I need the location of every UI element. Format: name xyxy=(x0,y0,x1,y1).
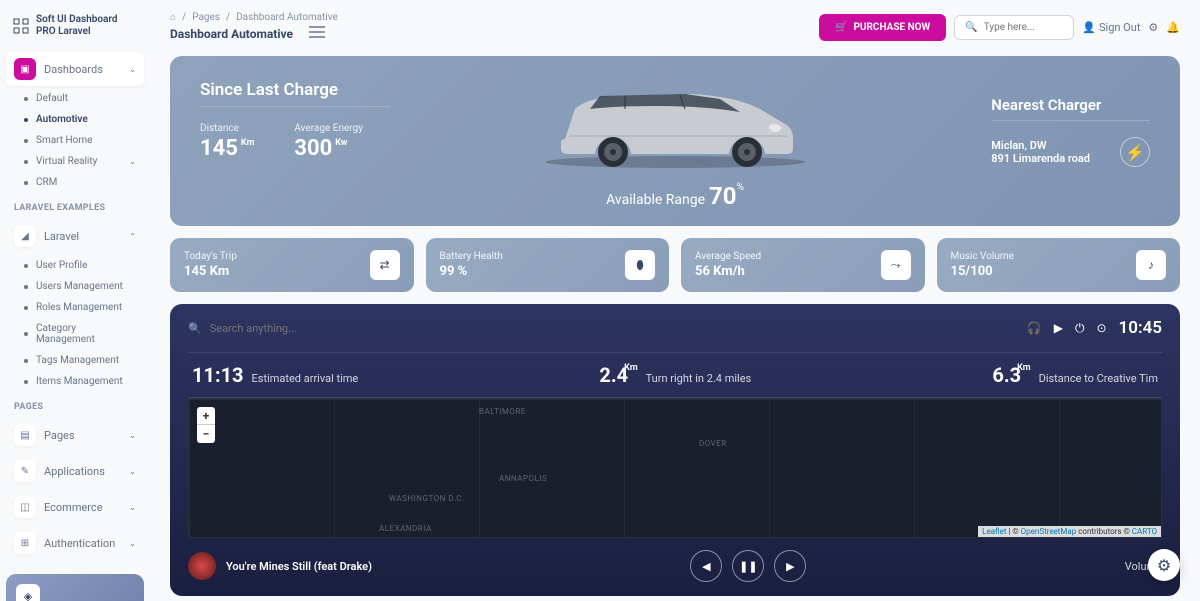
timer-icon[interactable]: ⊙ xyxy=(1096,321,1106,335)
user-icon: 👤 xyxy=(1082,21,1096,34)
signout-link[interactable]: 👤Sign Out xyxy=(1082,21,1140,34)
cart-icon: 🛒 xyxy=(835,22,847,33)
app-subname: PRO Laravel xyxy=(36,26,118,38)
nearest-title: Nearest Charger xyxy=(991,96,1150,121)
play-icon[interactable]: ▶ xyxy=(1054,321,1063,335)
sub-automotive[interactable]: Automotive xyxy=(6,109,144,130)
trip-value: 145 Km xyxy=(184,264,237,279)
stat-card-speed: Average Speed56 Km/h ⤳ xyxy=(681,238,925,292)
clock-time: 10:45 xyxy=(1119,318,1162,338)
energy-value: 300 xyxy=(294,136,332,161)
charger-address: 891 Limarenda road xyxy=(991,152,1090,165)
sub-tags-mgmt[interactable]: Tags Management xyxy=(6,350,144,371)
range-label: Available Range xyxy=(606,192,705,208)
topbar: ⌂ / Pages / Dashboard Automative Dashboa… xyxy=(170,12,1180,42)
charger-name: Miclan, DW xyxy=(991,139,1090,152)
shop-icon: ▣ xyxy=(14,58,36,80)
auth-icon: ⊞ xyxy=(14,532,36,554)
prev-button[interactable]: ◀ xyxy=(690,550,722,582)
charger-icon[interactable]: ⚡ xyxy=(1120,137,1150,167)
nav-dashboards[interactable]: ▣ Dashboards ⌄ xyxy=(6,52,144,86)
crumb-pages[interactable]: Pages xyxy=(192,12,220,23)
settings-fab[interactable]: ⚙ xyxy=(1148,549,1180,581)
distance-value: 145 xyxy=(200,136,238,161)
map-zoom: + − xyxy=(197,407,215,443)
energy-label: Average Energy xyxy=(294,123,363,134)
sub-users-mgmt[interactable]: Users Management xyxy=(6,276,144,297)
app-icon xyxy=(12,17,30,35)
nav-search-input[interactable] xyxy=(210,322,410,335)
app-name: Soft UI Dashboard xyxy=(36,14,118,26)
sub-default[interactable]: Default xyxy=(6,88,144,109)
volume-value: 15/100 xyxy=(951,264,1014,279)
nav-pages[interactable]: ▤Pages⌄ xyxy=(6,418,144,452)
chevron-up-icon: ⌃ xyxy=(129,232,136,241)
chevron-down-icon: ⌄ xyxy=(129,65,136,74)
speed-icon: ⤳ xyxy=(881,250,911,280)
section-header: PAGES xyxy=(6,392,144,418)
breadcrumb: ⌂ / Pages / Dashboard Automative xyxy=(170,12,338,23)
zoom-out-button[interactable]: − xyxy=(197,425,215,443)
distance-label: Distance xyxy=(200,123,254,134)
nav-label: Dashboards xyxy=(44,63,121,76)
crumb-current: Dashboard Automative xyxy=(236,12,338,23)
search-icon: 🔍 xyxy=(188,322,202,335)
headphones-icon[interactable]: 🎧 xyxy=(1027,321,1042,335)
help-card[interactable]: ◈ Need help? xyxy=(6,574,144,601)
map-attribution: Leaflet | © OpenStreetMap contributors ©… xyxy=(978,526,1161,537)
sub-items-mgmt[interactable]: Items Management xyxy=(6,371,144,392)
stat-card-battery: Battery Health99 % ⬮ xyxy=(426,238,670,292)
sub-crm[interactable]: CRM xyxy=(6,172,144,193)
battery-icon: ⬮ xyxy=(625,250,655,280)
diamond-icon: ◈ xyxy=(16,584,40,601)
sub-smart-home[interactable]: Smart Home xyxy=(6,130,144,151)
car-image xyxy=(525,56,825,174)
sub-category-mgmt[interactable]: Category Management xyxy=(6,318,144,350)
ecommerce-icon: ◫ xyxy=(14,496,36,518)
bell-icon[interactable]: 🔔 xyxy=(1166,21,1180,34)
hero-card: Since Last Charge Distance 145Km Average… xyxy=(170,56,1180,226)
hero-title: Since Last Charge xyxy=(200,80,390,107)
nav-laravel[interactable]: ◢ Laravel ⌃ xyxy=(6,219,144,253)
nav-ecommerce[interactable]: ◫Ecommerce⌄ xyxy=(6,490,144,524)
sub-roles-mgmt[interactable]: Roles Management xyxy=(6,297,144,318)
sub-user-profile[interactable]: User Profile xyxy=(6,255,144,276)
sidebar: Soft UI DashboardPRO Laravel ▣ Dashboard… xyxy=(0,0,150,601)
settings-icon[interactable]: ⚙ xyxy=(1148,21,1158,34)
logo[interactable]: Soft UI DashboardPRO Laravel xyxy=(6,10,144,52)
nav-authentication[interactable]: ⊞Authentication⌄ xyxy=(6,526,144,560)
album-art xyxy=(188,552,216,580)
home-icon[interactable]: ⌂ xyxy=(170,12,176,23)
nav-applications[interactable]: ✎Applications⌄ xyxy=(6,454,144,488)
search-icon: 🔍 xyxy=(965,22,977,33)
next-button[interactable]: ▶ xyxy=(774,550,806,582)
battery-value: 99 % xyxy=(440,264,503,279)
zoom-in-button[interactable]: + xyxy=(197,407,215,425)
apps-icon: ✎ xyxy=(14,460,36,482)
stat-card-volume: Music Volume15/100 ♪ xyxy=(937,238,1181,292)
purchase-button[interactable]: 🛒PURCHASE NOW xyxy=(819,14,946,41)
map[interactable]: + − BALTIMORE DOVER WASHINGTON D.C. ANNA… xyxy=(188,398,1162,538)
eta-value: 11:13 xyxy=(192,363,244,387)
pages-icon: ▤ xyxy=(14,424,36,446)
chevron-down-icon: ⌄ xyxy=(129,157,136,166)
range-value: 70 xyxy=(709,182,737,210)
speed-value: 56 Km/h xyxy=(695,264,761,279)
music-icon: ♪ xyxy=(1136,250,1166,280)
search-box[interactable]: 🔍 xyxy=(954,15,1074,40)
stat-card-trip: Today's Trip145 Km ⇄ xyxy=(170,238,414,292)
trip-icon: ⇄ xyxy=(370,250,400,280)
sub-virtual-reality[interactable]: Virtual Reality⌄ xyxy=(6,151,144,172)
main-content: ⌂ / Pages / Dashboard Automative Dashboa… xyxy=(150,0,1200,601)
pause-button[interactable]: ❚❚ xyxy=(732,550,764,582)
track-title: You're Mines Still (feat Drake) xyxy=(226,560,372,573)
page-title: Dashboard Automative xyxy=(170,27,293,41)
section-header: LARAVEL EXAMPLES xyxy=(6,193,144,219)
navigation-panel: 🔍 🎧 ▶ ⏻ ⊙ 10:45 11:13Estimated arrival t… xyxy=(170,304,1180,596)
menu-toggle-icon[interactable] xyxy=(309,23,325,42)
power-icon[interactable]: ⏻ xyxy=(1075,321,1085,336)
laravel-icon: ◢ xyxy=(14,225,36,247)
search-input[interactable] xyxy=(984,22,1064,33)
